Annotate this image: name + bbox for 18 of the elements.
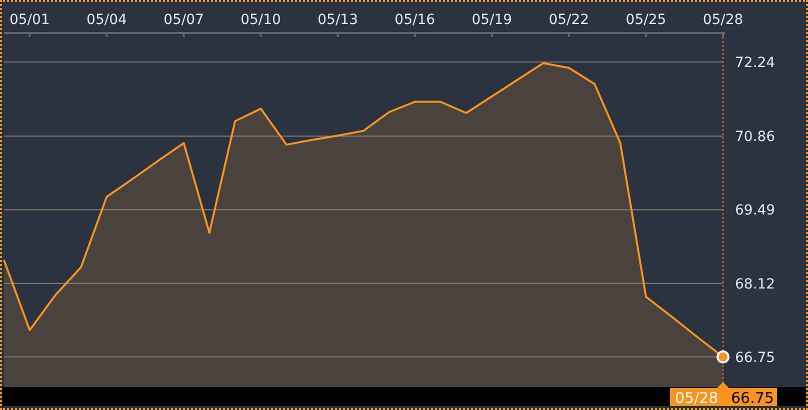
- cursor-value: 66.75: [731, 389, 774, 407]
- y-axis-label: 69.49: [735, 202, 776, 219]
- x-axis-label: 05/28: [702, 12, 744, 28]
- y-axis-label: 72.24: [735, 55, 776, 71]
- x-axis-label: 05/07: [164, 12, 204, 28]
- x-axis-label: 05/13: [318, 12, 358, 28]
- x-axis-label: 05/25: [626, 12, 666, 28]
- cursor-date: 05/28: [675, 389, 718, 407]
- y-axis-label: 70.86: [735, 129, 776, 146]
- x-axis-label: 05/01: [10, 12, 50, 28]
- x-axis-label: 05/04: [86, 12, 127, 28]
- y-axis-label: 68.12: [735, 276, 776, 292]
- x-axis-label: 05/19: [472, 12, 512, 28]
- cursor-marker: [716, 350, 730, 364]
- y-axis-label: 66.75: [735, 350, 776, 366]
- x-axis-label: 05/10: [240, 12, 281, 28]
- x-axis-label: 05/16: [394, 12, 436, 28]
- x-axis-label: 05/22: [548, 12, 590, 28]
